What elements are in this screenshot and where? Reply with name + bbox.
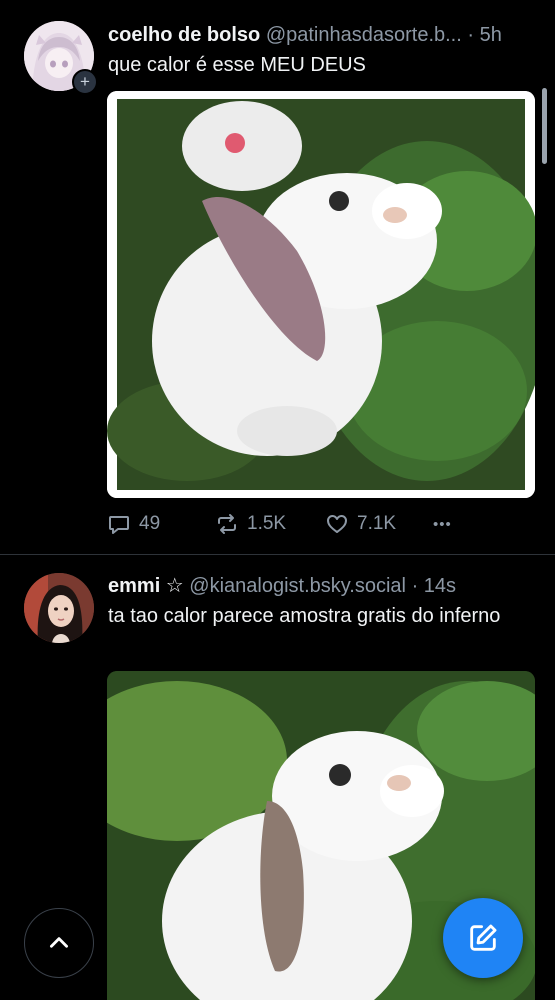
timestamp[interactable]: 14s: [424, 575, 456, 597]
scrollbar[interactable]: [542, 88, 547, 164]
heart-icon: [327, 515, 347, 533]
post-text: que calor é esse MEU DEUS: [108, 54, 366, 76]
scroll-to-top-button[interactable]: [24, 908, 94, 978]
repost-count: 1.5K: [247, 513, 287, 534]
post-header: coelho de bolso @patinhasdasorte.b... · …: [108, 21, 535, 49]
white-rabbit-image-icon: [107, 91, 535, 498]
feed: + coelho de bolso @patinhasdasorte.b... …: [0, 0, 555, 1000]
compose-icon: [470, 924, 497, 951]
handle[interactable]: @kianalogist.bsky.social: [189, 575, 406, 597]
repost-icon: [218, 514, 236, 534]
more-icon: •••: [433, 515, 452, 533]
timestamp[interactable]: 5h: [480, 24, 502, 46]
follow-badge[interactable]: +: [72, 69, 98, 95]
display-name[interactable]: emmi ☆: [108, 575, 184, 597]
post-actions: 49 1.5K 7.1K •••: [107, 510, 467, 538]
post-image[interactable]: [107, 91, 535, 498]
girl-photo-avatar-icon: [24, 573, 94, 643]
like-count: 7.1K: [357, 513, 397, 534]
compose-button[interactable]: [443, 898, 523, 978]
separator: ·: [411, 575, 419, 597]
reply-button[interactable]: 49: [107, 510, 160, 538]
display-name[interactable]: coelho de bolso: [108, 24, 260, 46]
separator: ·: [467, 24, 475, 46]
post-text: ta tao calor parece amostra gratis do in…: [108, 605, 501, 627]
handle[interactable]: @patinhasdasorte.b...: [266, 21, 462, 49]
reply-icon: [109, 516, 129, 534]
repost-button[interactable]: 1.5K: [215, 510, 286, 538]
reply-count: 49: [139, 513, 161, 534]
like-button[interactable]: 7.1K: [325, 510, 396, 538]
more-options-button[interactable]: •••: [433, 510, 452, 538]
avatar[interactable]: [24, 573, 94, 643]
post[interactable]: + coelho de bolso @patinhasdasorte.b... …: [0, 0, 555, 555]
post-header: emmi ☆ @kianalogist.bsky.social · 14s: [108, 572, 535, 600]
chevron-up-icon: [50, 937, 68, 948]
